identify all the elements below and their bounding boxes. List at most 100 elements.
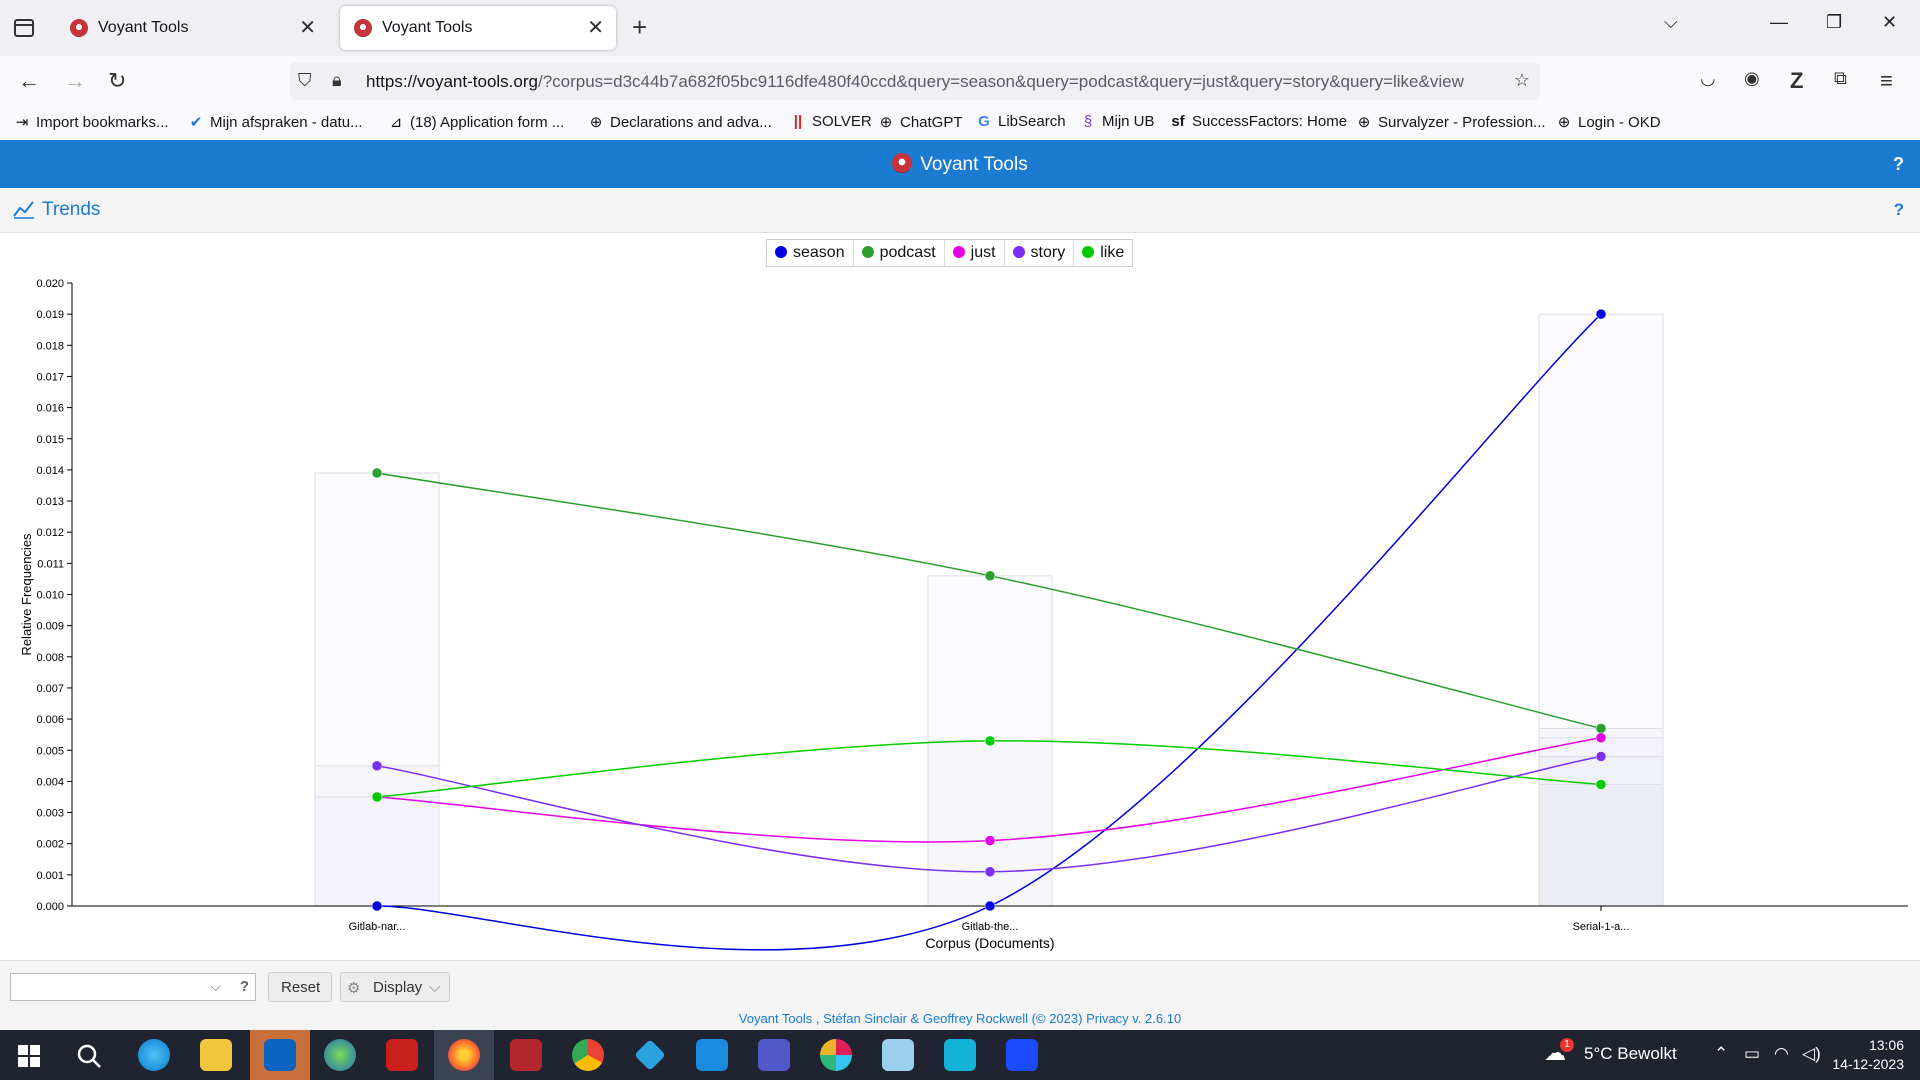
bookmark-star-icon[interactable]: ☆ bbox=[1514, 70, 1530, 91]
clock[interactable]: 13:06 14-12-2023 bbox=[1832, 1036, 1904, 1074]
browser-nav-bar: ← → ↻ ⛉ 🔒︎ https://voyant-tools.org/?cor… bbox=[0, 56, 1920, 106]
bookmark-libsearch[interactable]: G LibSearch bbox=[976, 113, 1066, 130]
browser-tab-active[interactable]: Voyant Tools ✕ bbox=[340, 6, 616, 50]
lock-icon[interactable]: 🔒︎ bbox=[332, 70, 342, 91]
display-button[interactable]: ⚙ Display ⌵ bbox=[340, 972, 450, 1002]
panel-toolbar: ⌵ ? Reset ⚙ Display ⌵ bbox=[0, 960, 1920, 1009]
bookmark-mijn-ub[interactable]: § Mijn UB bbox=[1080, 113, 1155, 130]
dropbox-icon[interactable] bbox=[1006, 1039, 1038, 1071]
pocket-icon[interactable]: ◡ bbox=[1700, 68, 1716, 89]
legend-item-just[interactable]: just bbox=[945, 240, 1005, 266]
screen-app-icon[interactable] bbox=[944, 1039, 976, 1071]
search-terms-input[interactable]: ⌵ ? bbox=[10, 973, 256, 1001]
volume-icon[interactable]: ◁) bbox=[1802, 1044, 1821, 1064]
edge-icon[interactable] bbox=[138, 1039, 170, 1071]
globe-app-icon[interactable] bbox=[324, 1039, 356, 1071]
panel-help-icon[interactable]: ? bbox=[1894, 200, 1904, 220]
background-bar bbox=[314, 796, 440, 907]
calculator-app-icon[interactable] bbox=[696, 1039, 728, 1071]
browser-tab[interactable]: Voyant Tools ✕ bbox=[56, 6, 328, 50]
footer-credits[interactable]: Voyant Tools , Stéfan Sinclair & Geoffre… bbox=[0, 1008, 1920, 1026]
trends-chart: 0.000 0.001 0.002 0.003 0.004 0.005 0.006 0.007… bbox=[19, 278, 1908, 951]
zotero-icon[interactable]: Z bbox=[1790, 68, 1803, 94]
line-chart-icon bbox=[13, 201, 34, 219]
wifi-icon[interactable]: ◠ bbox=[1774, 1044, 1789, 1064]
app-title[interactable]: Voyant Tools bbox=[0, 153, 1920, 176]
show-hidden-icons-icon[interactable]: ⌃ bbox=[1714, 1044, 1728, 1064]
windows-taskbar: ☁ 1 5°C Bewolkt ⌃ ▭ ◠ ◁) 13:06 14-12-202… bbox=[0, 1030, 1920, 1080]
filezilla-icon[interactable] bbox=[386, 1039, 418, 1071]
zotero-app-icon[interactable] bbox=[510, 1039, 542, 1071]
legend-item-like[interactable]: like bbox=[1074, 240, 1132, 266]
search-help-icon[interactable]: ? bbox=[240, 978, 249, 995]
close-window-icon[interactable]: ✕ bbox=[1882, 12, 1897, 33]
bookmark-label: ChatGPT bbox=[900, 114, 963, 131]
y-tick-label: 0.003 bbox=[36, 808, 64, 820]
data-point-podcast bbox=[1595, 723, 1607, 734]
url-host: https://voyant-tools.org bbox=[366, 72, 538, 91]
y-tick-label: 0.004 bbox=[36, 776, 64, 788]
file-explorer-icon[interactable] bbox=[200, 1039, 232, 1071]
tab-list-icon[interactable] bbox=[12, 16, 36, 40]
notes-app-icon[interactable] bbox=[882, 1039, 914, 1071]
restore-icon[interactable]: ❐ bbox=[1826, 12, 1842, 33]
extensions-icon[interactable]: ⧉ bbox=[1834, 68, 1847, 89]
reload-icon[interactable]: ↻ bbox=[108, 68, 126, 94]
shield-icon[interactable]: ⛉ bbox=[298, 70, 312, 91]
bookmark-login-okd[interactable]: ⊕ Login - OKD bbox=[1556, 113, 1661, 131]
panel-title: Trends bbox=[42, 199, 101, 220]
bookmark-import[interactable]: ⇥ Import bookmarks... bbox=[14, 113, 169, 131]
bookmark-declarations[interactable]: ⊕ Declarations and adva... bbox=[588, 113, 772, 131]
forward-icon[interactable]: → bbox=[64, 68, 86, 94]
close-tab-icon[interactable]: ✕ bbox=[299, 15, 316, 40]
legend-label: season bbox=[793, 244, 845, 261]
url-path: /?corpus=d3c44b7a682f05bc9116dfe480f40cc… bbox=[537, 72, 1464, 91]
x-tick-label: Gitlab-the... bbox=[962, 921, 1019, 933]
legend-dot bbox=[1082, 246, 1095, 258]
bookmark-survalyzer[interactable]: ⊕ Survalyzer - Profession... bbox=[1356, 113, 1546, 131]
bookmark-mijn-afspraken[interactable]: ✔ Mijn afspraken - datu... bbox=[188, 113, 363, 131]
chrome-icon[interactable] bbox=[572, 1039, 604, 1071]
minimize-icon[interactable]: — bbox=[1770, 12, 1788, 33]
back-icon[interactable]: ← bbox=[18, 68, 40, 94]
reset-button[interactable]: Reset bbox=[268, 972, 332, 1002]
account-icon[interactable]: ◉ bbox=[1744, 68, 1760, 89]
legend-item-story[interactable]: story bbox=[1005, 240, 1075, 266]
battery-icon[interactable]: ▭ bbox=[1744, 1044, 1760, 1064]
bookmark-application-form[interactable]: ⊿ (18) Application form ... bbox=[388, 113, 565, 131]
legend-item-season[interactable]: season bbox=[767, 240, 854, 266]
slack-icon[interactable] bbox=[820, 1039, 852, 1071]
url-text[interactable]: https://voyant-tools.org/?corpus=d3c44b7… bbox=[366, 72, 1486, 92]
data-point-season bbox=[1595, 308, 1607, 320]
new-tab-icon[interactable]: + bbox=[632, 12, 647, 43]
chart-legend: season podcast just story like bbox=[766, 239, 1134, 267]
search-icon[interactable] bbox=[76, 1043, 102, 1069]
y-tick-label: 0.001 bbox=[36, 870, 64, 882]
chevron-down-icon[interactable]: ⌵ bbox=[210, 978, 221, 995]
list-all-tabs-icon[interactable]: ⌵ bbox=[1664, 12, 1678, 33]
voyant-logo-icon bbox=[892, 153, 913, 173]
bookmarks-toolbar: ⇥ Import bookmarks... ✔ Mijn afspraken - d… bbox=[0, 106, 1920, 141]
bookmark-chatgpt[interactable]: ⊕ ChatGPT bbox=[878, 113, 963, 131]
y-tick-label: 0.006 bbox=[36, 714, 64, 726]
firefox-icon[interactable] bbox=[448, 1039, 480, 1071]
y-tick-label: 0.016 bbox=[36, 403, 64, 415]
outlook-icon[interactable] bbox=[264, 1039, 296, 1071]
y-tick-label: 0.009 bbox=[36, 621, 64, 633]
menu-icon[interactable]: ≡ bbox=[1880, 68, 1893, 94]
diamond-app-icon[interactable] bbox=[634, 1039, 666, 1071]
legend-label: just bbox=[970, 244, 996, 261]
close-tab-icon[interactable]: ✕ bbox=[587, 15, 604, 40]
legend-item-podcast[interactable]: podcast bbox=[854, 240, 945, 266]
weather-text[interactable]: 5°C Bewolkt bbox=[1584, 1044, 1677, 1064]
globe-icon: ⊕ bbox=[879, 114, 893, 131]
globe-icon: ⊕ bbox=[589, 114, 603, 131]
teams-icon[interactable] bbox=[758, 1039, 790, 1071]
x-axis-label: Corpus (Documents) bbox=[925, 935, 1054, 951]
bookmark-label: LibSearch bbox=[998, 113, 1066, 130]
windows-start-icon[interactable] bbox=[18, 1045, 40, 1067]
bookmark-successfactors[interactable]: sf SuccessFactors: Home bbox=[1170, 113, 1347, 130]
bookmark-solver[interactable]: || SOLVER bbox=[790, 113, 872, 130]
address-bar[interactable]: ⛉ 🔒︎ https://voyant-tools.org/?corpus=d3… bbox=[290, 62, 1540, 100]
help-icon[interactable]: ? bbox=[1893, 154, 1904, 175]
